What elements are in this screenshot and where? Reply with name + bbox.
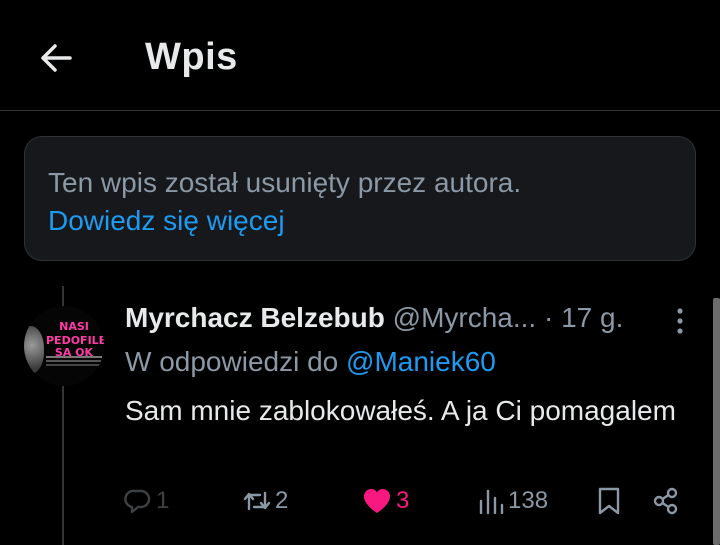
page-title: Wpis (145, 36, 238, 78)
arrow-left-icon (41, 44, 72, 72)
post-time[interactable]: · 17 g. (544, 302, 623, 333)
reply-context: W odpowiedzi do @Maniek60 (125, 346, 496, 378)
author-name[interactable]: Myrchacz Belzebub (125, 302, 385, 333)
reply-icon (124, 489, 151, 514)
thread-line-top (62, 286, 64, 308)
post-text: Sam mnie zablokowałeś. A ja Ci pomagalem (125, 395, 676, 426)
views-chart-icon (479, 489, 504, 515)
avatar-face (24, 326, 44, 374)
bookmark-button[interactable] (596, 484, 622, 518)
post-header: Myrchacz Belzebub @Myrcha... · 17 g. (125, 302, 623, 334)
avatar-text-line1: NASI (59, 320, 89, 333)
reply-to-link[interactable]: @Maniek60 (346, 346, 496, 377)
like-count: 3 (396, 487, 410, 514)
avatar[interactable]: NASI PEDOFILE SĄ OK (24, 306, 104, 386)
repost-icon (243, 491, 271, 511)
more-vertical-icon (677, 308, 683, 334)
views-count: 138 (508, 487, 549, 514)
reply-button[interactable]: 1 (124, 484, 169, 518)
views-button[interactable]: 138 (478, 484, 548, 518)
like-button[interactable]: 3 (362, 484, 409, 518)
scrollbar[interactable] (713, 298, 720, 545)
deleted-post-notice: Ten wpis został usunięty przez autora. D… (24, 136, 696, 261)
more-options-button[interactable] (668, 306, 692, 336)
author-handle[interactable]: @Myrcha... (393, 302, 537, 333)
share-button[interactable] (652, 484, 680, 518)
share-icon (653, 487, 678, 515)
repost-button[interactable]: 2 (243, 484, 288, 518)
reply-prefix: W odpowiedzi do (125, 346, 347, 377)
heart-icon (364, 489, 390, 513)
thread-line (62, 385, 64, 545)
repost-count: 2 (275, 487, 289, 514)
avatar-small-text (46, 356, 102, 358)
top-bar: Wpis (0, 0, 720, 111)
bookmark-icon (598, 487, 620, 515)
learn-more-link[interactable]: Dowiedz się więcej (48, 205, 285, 237)
deleted-notice-text: Ten wpis został usunięty przez autora. (48, 167, 522, 198)
reply-count: 1 (156, 487, 170, 514)
back-button[interactable] (36, 38, 76, 78)
